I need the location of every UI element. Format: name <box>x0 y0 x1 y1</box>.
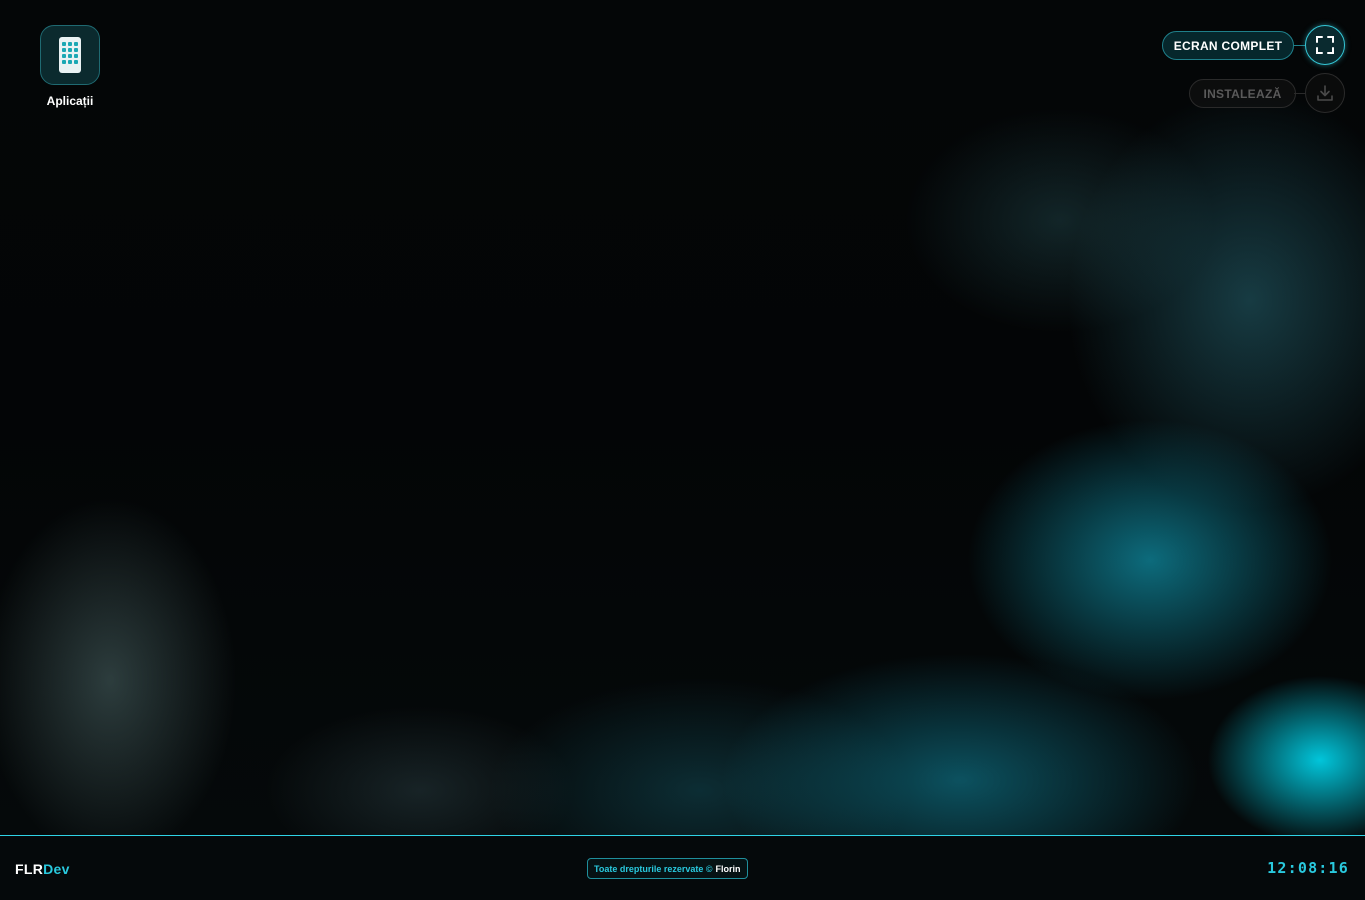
brand-part-2: Dev <box>43 861 70 877</box>
fullscreen-icon <box>1316 36 1334 54</box>
desktop-background: Aplicații ECRAN COMPLET INSTALEAZĂ <box>0 0 1365 835</box>
install-icon-button[interactable] <box>1305 73 1345 113</box>
copyright-text: Toate drepturile rezervate © <box>594 863 713 874</box>
apps-launcher-button[interactable] <box>40 25 100 85</box>
brand-part-1: FLR <box>15 861 44 877</box>
taskbar: FLRDev Toate drepturile rezervate © Flor… <box>0 835 1365 900</box>
fullscreen-button[interactable]: ECRAN COMPLET <box>1162 31 1294 60</box>
install-connector <box>1294 93 1305 94</box>
apps-phone-icon <box>59 37 81 73</box>
clock: 12:08:16 <box>1267 859 1349 877</box>
copyright-badge: Toate drepturile rezervate © Florin <box>587 858 748 879</box>
brand-logo[interactable]: FLRDev <box>15 861 70 877</box>
fullscreen-connector <box>1294 45 1305 46</box>
copyright-name: Florin <box>715 863 741 874</box>
install-button[interactable]: INSTALEAZĂ <box>1189 79 1296 108</box>
apps-launcher-label: Aplicații <box>46 94 94 108</box>
download-icon <box>1317 85 1333 101</box>
fullscreen-icon-button[interactable] <box>1305 25 1345 65</box>
